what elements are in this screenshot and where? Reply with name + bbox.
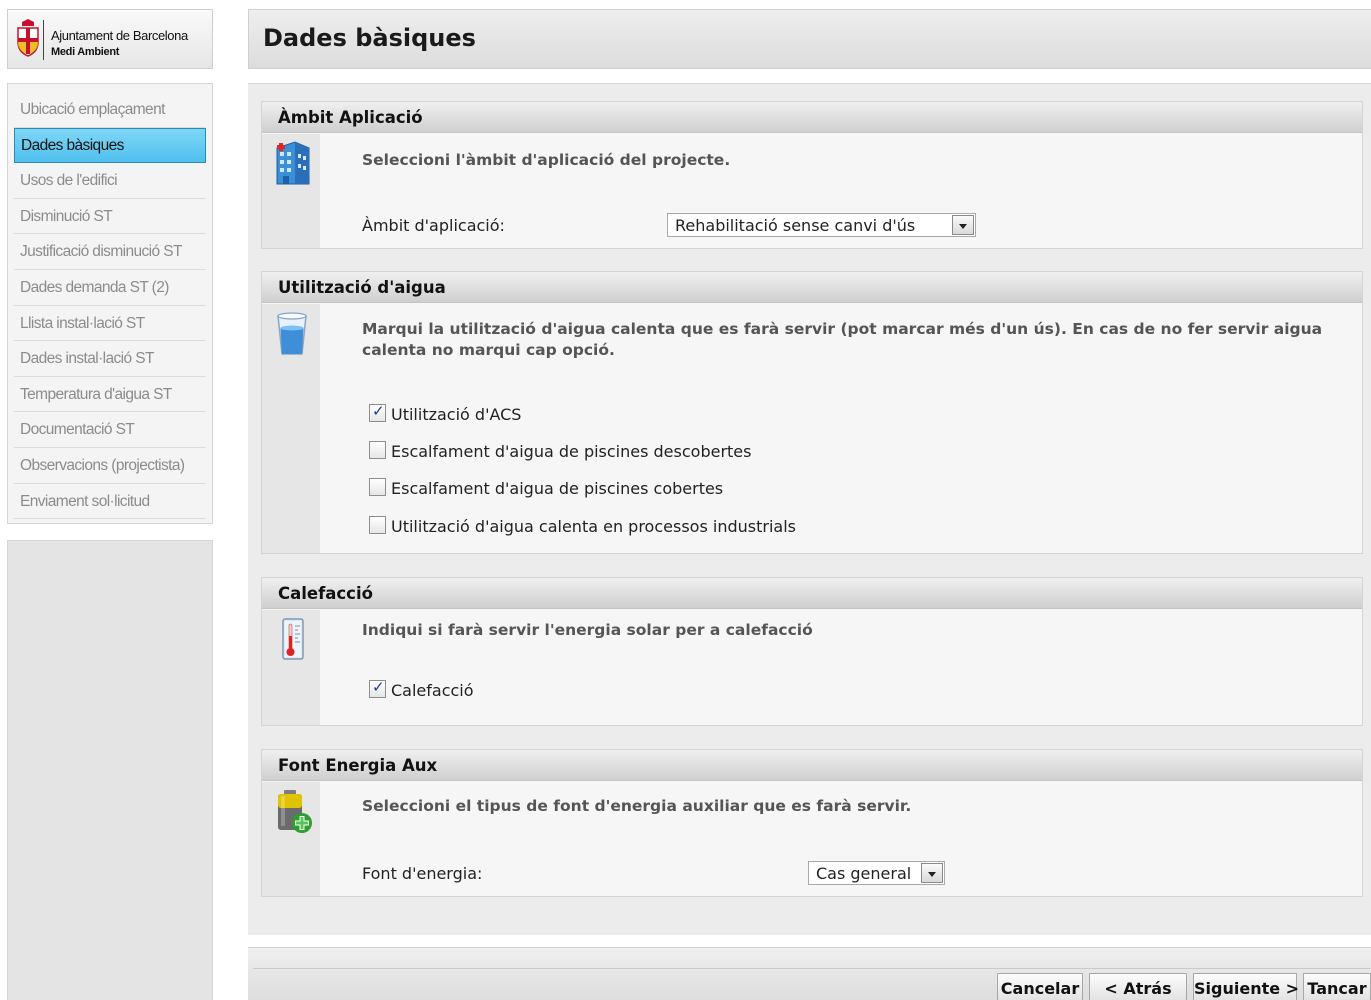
chevron-down-icon[interactable] (921, 863, 943, 883)
section-title: Calefacció (278, 584, 373, 603)
sidebar-item-documentacio[interactable]: Documentació ST (14, 412, 206, 448)
checkbox-label: Utilització d'ACS (391, 405, 522, 424)
checkbox-processos-industrials[interactable] (369, 516, 386, 534)
logo-divider (43, 20, 44, 60)
cancel-button[interactable]: Cancelar (997, 973, 1083, 1000)
section-description: Seleccioni el tipus de font d'energia au… (362, 797, 912, 815)
section-title: Utilització d'aigua (278, 278, 446, 297)
logo-banner: Ajuntament de Barcelona Medi Ambient (7, 9, 213, 69)
thermometer-icon (282, 618, 304, 660)
sidebar-item-temperatura[interactable]: Temperatura d'aigua ST (14, 377, 206, 413)
checkbox-calefaccio[interactable] (369, 678, 386, 698)
font-energia-select[interactable]: Cas general (808, 861, 945, 885)
ambit-select-value: Rehabilitació sense canvi d'ús (675, 216, 916, 235)
section-icon-column (262, 782, 320, 896)
close-button[interactable]: Tancar (1303, 973, 1371, 1000)
sidebar-item-enviament[interactable]: Enviament sol·licitud (14, 484, 206, 520)
section-header: Àmbit Aplicació (262, 102, 1362, 133)
main-panel: Àmbit Aplicació Seleccioni l'àmbit d'apl… (248, 83, 1371, 935)
section-ambit-aplicacio: Àmbit Aplicació Seleccioni l'àmbit d'apl… (261, 101, 1363, 249)
sidebar-item-justificacio[interactable]: Justificació disminució ST (14, 234, 206, 270)
section-icon-column (262, 610, 320, 725)
department-name: Medi Ambient (51, 46, 120, 58)
sidebar-item-dades-demanda[interactable]: Dades demanda ST (2) (14, 270, 206, 306)
ambit-select[interactable]: Rehabilitació sense canvi d'ús (667, 213, 976, 237)
footer-divider (253, 968, 1371, 969)
sidebar-item-dades-installacio[interactable]: Dades instal·lació ST (14, 341, 206, 377)
section-title: Àmbit Aplicació (278, 108, 423, 127)
checkbox-acs[interactable] (369, 402, 386, 422)
section-description: Marqui la utilització d'aigua calenta qu… (362, 320, 1323, 359)
sidebar-item-observacions[interactable]: Observacions (projectista) (14, 448, 206, 484)
section-description: Indiqui si farà servir l'energia solar p… (362, 621, 813, 639)
page-header: Dades bàsiques (248, 9, 1371, 69)
section-header: Utilització d'aigua (262, 272, 1362, 303)
font-select-value: Cas general (816, 864, 912, 883)
section-utilitzacio-aigua: Utilització d'aigua Marqui la utilitzaci… (261, 271, 1363, 554)
checkbox-label: Escalfament d'aigua de piscines cobertes (391, 479, 724, 498)
water-glass-icon (277, 312, 307, 355)
section-header: Font Energia Aux (262, 750, 1362, 781)
checkbox-label: Calefacció (391, 681, 474, 700)
building-icon (276, 141, 310, 185)
section-icon-column (262, 304, 320, 553)
section-title: Font Energia Aux (278, 756, 438, 775)
checkbox-piscines-cobertes[interactable] (369, 478, 386, 496)
font-field-label: Font d'energia: (362, 864, 483, 883)
section-calefaccio: Calefacció Indiqui si farà servir l'ener… (261, 577, 1363, 726)
chevron-down-icon[interactable] (952, 215, 974, 235)
back-button[interactable]: < Atrás (1089, 973, 1187, 1000)
next-button[interactable]: Siguiente > (1193, 973, 1299, 1000)
checkbox-label: Escalfament d'aigua de piscines descober… (391, 442, 752, 461)
battery-add-icon (278, 790, 312, 833)
barcelona-shield-icon (17, 19, 39, 57)
sidebar-item-llista-installacio[interactable]: Llista instal·lació ST (14, 306, 206, 342)
sidebar-nav: Ubicació emplaçament Dades bàsiques Usos… (7, 83, 213, 524)
section-icon-column (262, 134, 320, 248)
sidebar-item-dades-basiques[interactable]: Dades bàsiques (14, 127, 206, 164)
section-header: Calefacció (262, 578, 1362, 609)
page-title: Dades bàsiques (263, 24, 476, 52)
sidebar-item-disminucio[interactable]: Disminució ST (14, 199, 206, 235)
organization-name: Ajuntament de Barcelona (51, 28, 188, 43)
section-description: Seleccioni l'àmbit d'aplicació del proje… (362, 151, 731, 169)
checkbox-piscines-descobertes[interactable] (369, 441, 386, 459)
sidebar-filler (7, 540, 213, 1000)
section-font-energia-aux: Font Energia Aux Seleccioni el tipus de … (261, 749, 1363, 897)
sidebar-item-ubicacio[interactable]: Ubicació emplaçament (14, 92, 206, 128)
ambit-field-label: Àmbit d'aplicació: (362, 216, 505, 235)
checkbox-label: Utilització d'aigua calenta en processos… (391, 517, 796, 536)
sidebar-item-usos-edifici[interactable]: Usos de l'edifici (14, 163, 206, 199)
